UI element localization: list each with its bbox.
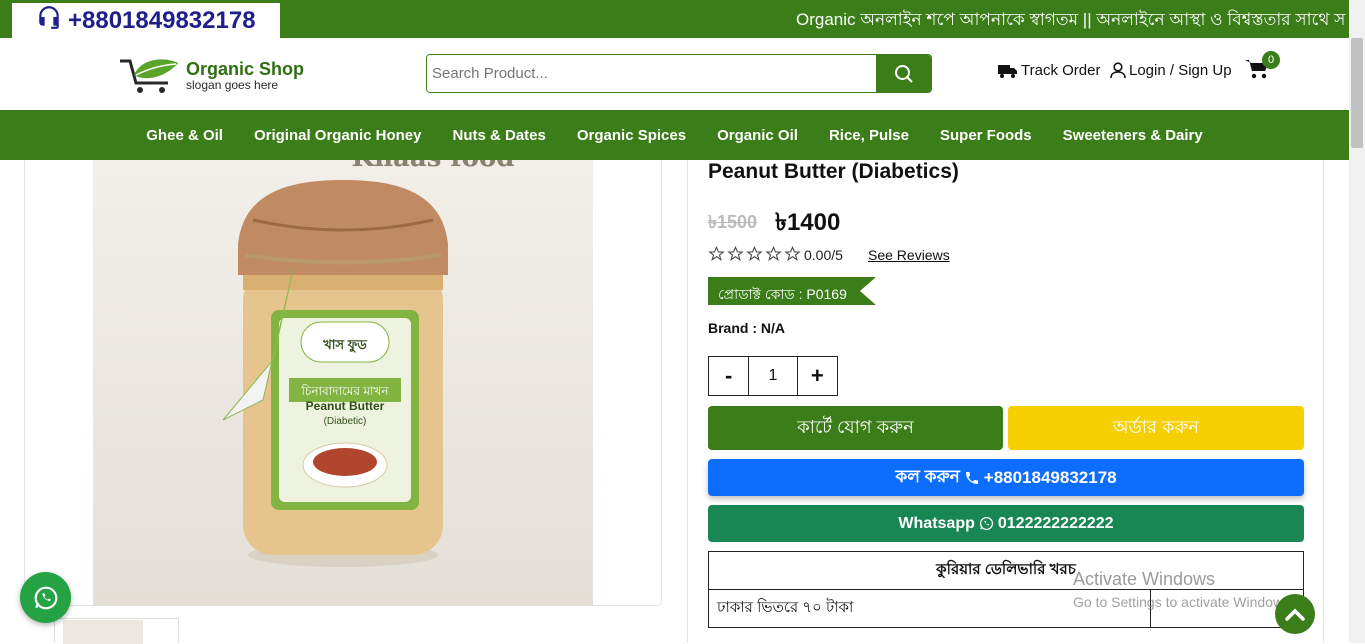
- rating-value: 0.00/5: [804, 247, 843, 263]
- star-icon: [746, 246, 763, 261]
- old-price: ৳1500: [708, 212, 758, 232]
- site-logo[interactable]: Organic Shop slogan goes here: [118, 54, 308, 98]
- product-image[interactable]: Khaas food খাস ফুড চিনাবাদামের মাখন Pean…: [93, 160, 593, 606]
- whatsapp-label: Whatsapp: [898, 514, 975, 532]
- nav-item-ghee-oil[interactable]: Ghee & Oil: [131, 127, 239, 144]
- quantity-decrease-button[interactable]: -: [709, 357, 748, 395]
- product-code: প্রোডাক্ট কোড : P0169: [718, 286, 847, 302]
- star-rating: [708, 246, 801, 262]
- nav-item-rice-pulse[interactable]: Rice, Pulse: [813, 127, 924, 144]
- nav-item-nuts-dates[interactable]: Nuts & Dates: [437, 127, 561, 144]
- whatsapp-button[interactable]: Whatsapp 0122222222222: [708, 505, 1304, 542]
- headset-icon: [36, 4, 62, 37]
- add-to-cart-button[interactable]: কার্টে যোগ করুন: [708, 406, 1003, 450]
- cart-leaf-logo-icon: [120, 59, 178, 93]
- floating-whatsapp-button[interactable]: [20, 572, 71, 623]
- quantity-stepper: - 1 +: [708, 356, 838, 396]
- whatsapp-number: 0122222222222: [997, 514, 1114, 532]
- activate-windows-title: Activate Windows: [1073, 569, 1216, 589]
- scroll-to-top-button[interactable]: [1275, 594, 1315, 634]
- hotline-box[interactable]: +8801849832178: [12, 3, 280, 38]
- search-button[interactable]: [876, 55, 931, 92]
- nav-item-organic-oil[interactable]: Organic Oil: [702, 127, 814, 144]
- product-title: Peanut Butter (Diabetics): [708, 160, 959, 183]
- star-icon: [765, 246, 782, 261]
- call-number: +8801849832178: [983, 467, 1117, 487]
- bg-brand-text: Khaas food: [352, 160, 515, 173]
- track-order-label: Track Order: [1021, 62, 1101, 79]
- star-icon: [727, 246, 744, 261]
- peanut-butter-jar-image: Khaas food খাস ফুড চিনাবাদামের মাখন Pean…: [222, 160, 515, 567]
- track-order-link[interactable]: Track Order: [998, 62, 1100, 79]
- jar-title-en: Peanut Butter: [306, 399, 385, 413]
- see-reviews-link[interactable]: See Reviews: [868, 247, 950, 263]
- whatsapp-icon: [979, 516, 993, 531]
- quantity-value[interactable]: 1: [748, 357, 798, 395]
- call-button[interactable]: কল করুন +8801849832178: [708, 459, 1304, 496]
- user-icon: [1110, 62, 1126, 79]
- thumbnail-image: [63, 620, 143, 644]
- call-label: কল করুন: [895, 466, 960, 486]
- welcome-marquee: Organic অনলাইন শপে আপনাকে স্বাগতম || অনল…: [796, 10, 1346, 29]
- phone-icon: [965, 471, 978, 484]
- nav-item-super-foods[interactable]: Super Foods: [924, 127, 1047, 144]
- jar-brand-text: খাস ফুড: [322, 337, 367, 354]
- category-nav: Ghee & Oil Original Organic Honey Nuts &…: [0, 110, 1349, 160]
- product-thumbnail[interactable]: [54, 618, 179, 644]
- nav-item-organic-honey[interactable]: Original Organic Honey: [238, 127, 437, 144]
- order-now-button[interactable]: অর্ডার করুন: [1008, 406, 1304, 450]
- jar-subtitle: (Diabetic): [324, 416, 367, 427]
- scrollbar-thumb[interactable]: [1351, 38, 1363, 148]
- star-icon: [708, 246, 725, 261]
- cart-count-badge: 0: [1262, 51, 1280, 69]
- logo-name: Organic Shop: [186, 59, 305, 79]
- login-link[interactable]: Login / Sign Up: [1110, 62, 1232, 79]
- nav-item-sweeteners-dairy[interactable]: Sweeteners & Dairy: [1047, 127, 1218, 144]
- logo-slogan: slogan goes here: [186, 78, 279, 92]
- search-icon: [894, 64, 913, 83]
- whatsapp-icon: [34, 586, 57, 609]
- jar-title-bn: চিনাবাদামের মাখন: [300, 384, 389, 398]
- quantity-increase-button[interactable]: +: [798, 357, 837, 395]
- search-bar: [426, 54, 932, 93]
- brand-label: Brand : N/A: [708, 320, 785, 336]
- nav-item-organic-spices[interactable]: Organic Spices: [561, 127, 701, 144]
- star-icon: [784, 246, 801, 261]
- chevron-up-icon: [1285, 608, 1305, 621]
- activate-windows-subtitle: Go to Settings to activate Windows.: [1073, 594, 1294, 610]
- search-input[interactable]: [427, 55, 876, 92]
- hotline-number: +8801849832178: [68, 6, 256, 34]
- truck-icon: [998, 64, 1017, 78]
- login-label: Login / Sign Up: [1129, 62, 1232, 79]
- current-price: ৳1400: [775, 209, 841, 236]
